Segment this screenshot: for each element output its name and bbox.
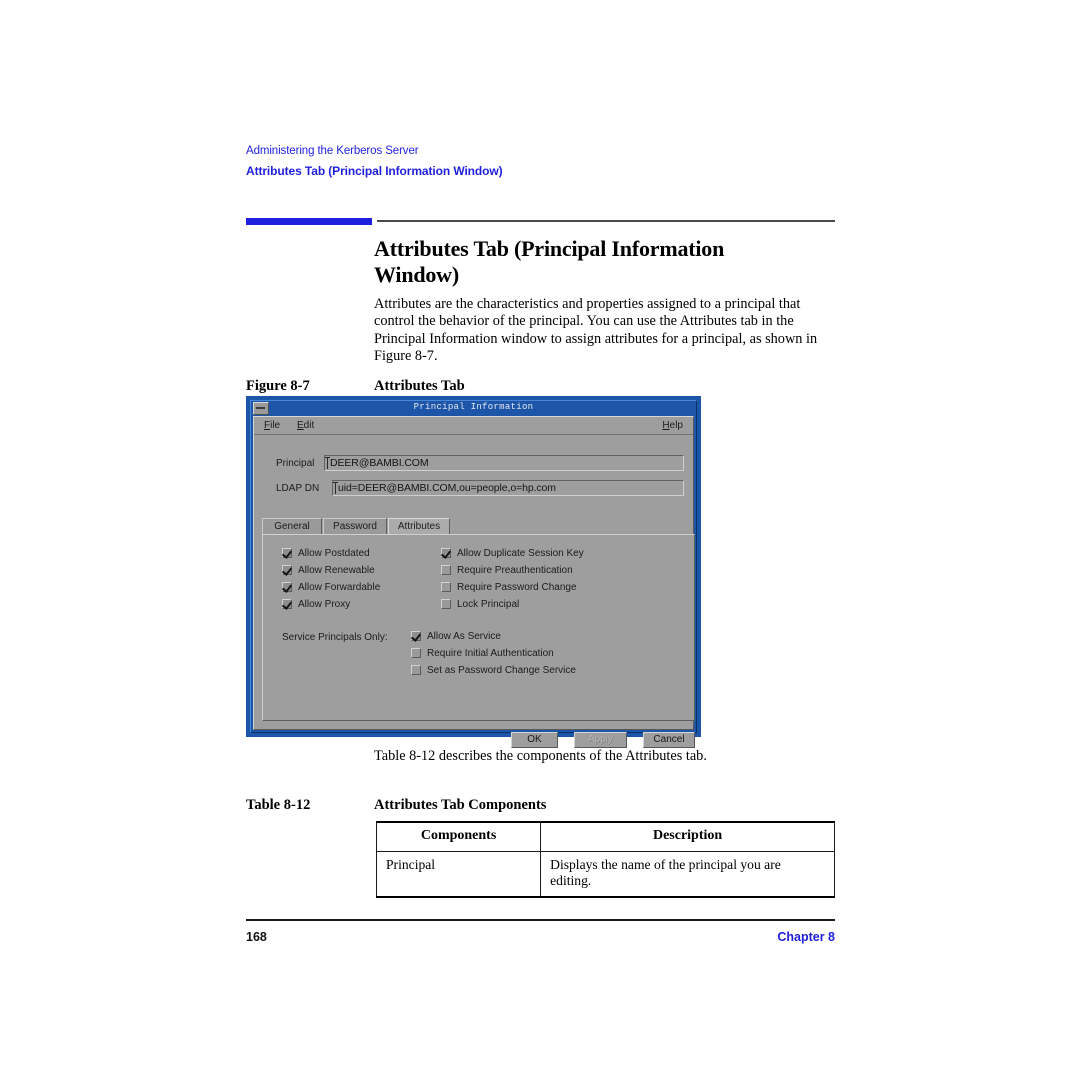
checkbox-label: Allow As Service [427, 631, 501, 642]
menu-help-rest: elp [669, 420, 683, 431]
heading-rule [377, 220, 835, 222]
menu-file-rest: ile [270, 420, 281, 431]
ldap-dn-input[interactable]: uid=DEER@BAMBI.COM,ou=people,o=hp.com [332, 480, 684, 496]
principal-input-value: DEER@BAMBI.COM [330, 457, 429, 469]
attributes-tab-components-table: Components Description Principal Display… [375, 821, 835, 898]
checkbox-label: Allow Duplicate Session Key [457, 548, 584, 559]
document-page: Administering the Kerberos Server Attrib… [0, 0, 1080, 1080]
checkbox-label: Set as Password Change Service [427, 665, 576, 676]
checkbox-label: Require Initial Authentication [427, 648, 554, 659]
tab-general[interactable]: General [262, 518, 322, 535]
text-caret-icon [333, 482, 338, 494]
window-frame: Principal Information File Edit Help Pri… [250, 400, 697, 748]
checkbox-label: Lock Principal [457, 599, 520, 610]
table-label: Table 8-12 [246, 797, 311, 813]
checkbox-unchecked-icon [411, 648, 421, 658]
checkbox-unchecked-icon [441, 582, 451, 592]
menu-file[interactable]: File [264, 419, 280, 432]
menu-edit-mnemonic: E [297, 420, 304, 431]
checkbox-checked-icon [411, 631, 421, 641]
checkbox-label: Allow Postdated [298, 548, 370, 559]
checkbox-unchecked-icon [411, 665, 421, 675]
menu-help[interactable]: Help [662, 419, 683, 432]
checkbox-checked-icon [282, 548, 292, 558]
table-intro-sentence: Table 8-12 describes the components of t… [374, 748, 707, 764]
cancel-button[interactable]: Cancel [643, 732, 695, 748]
principal-information-window: Principal Information File Edit Help Pri… [246, 396, 701, 748]
checkbox-checked-icon [441, 548, 451, 558]
menu-help-mnemonic: H [662, 420, 670, 431]
checkbox-unchecked-icon [441, 599, 451, 609]
running-header-book-title: Administering the Kerberos Server [246, 145, 419, 157]
page-number: 168 [246, 930, 267, 944]
window-titlebar[interactable]: Principal Information [251, 401, 696, 415]
figure-label: Figure 8-7 [246, 378, 310, 394]
ldap-dn-field-row: LDAP DN uid=DEER@BAMBI.COM,ou=people,o=h… [254, 480, 693, 497]
table-title: Attributes Tab Components [374, 797, 547, 813]
ldap-dn-input-value: uid=DEER@BAMBI.COM,ou=people,o=hp.com [338, 482, 556, 494]
running-header-section-title: Attributes Tab (Principal Information Wi… [246, 164, 503, 178]
checkbox-label: Allow Renewable [298, 565, 375, 576]
apply-button[interactable]: Apply [574, 732, 627, 748]
menubar: File Edit Help [254, 417, 693, 435]
menu-edit-rest: dit [303, 420, 315, 431]
table-header-description: Description [540, 821, 835, 852]
ldap-dn-field-label: LDAP DN [276, 483, 320, 494]
tab-password[interactable]: Password [323, 518, 387, 535]
checkbox-unchecked-icon [441, 565, 451, 575]
checkbox-checked-icon [282, 565, 292, 575]
attributes-tab-panel: Allow Postdated Allow Renewable Allow Fo… [262, 534, 695, 721]
checkbox-label: Require Preauthentication [457, 565, 573, 576]
table-header-row: Components Description [375, 821, 835, 852]
footer-chapter: Chapter 8 [777, 930, 835, 944]
intro-paragraph: Attributes are the characteristics and p… [374, 296, 818, 365]
checkbox-label: Allow Proxy [298, 599, 351, 610]
footer-rule [246, 919, 835, 921]
service-principals-label: Service Principals Only: [282, 632, 388, 643]
heading-accent-bar [246, 218, 372, 225]
window-client-area: File Edit Help Principal DEER@BAMBI.COM … [253, 416, 695, 748]
table-header-components: Components [375, 821, 542, 852]
table-cell-description: Displays the name of the principal you a… [540, 851, 835, 898]
checkbox-label: Allow Forwardable [298, 582, 381, 593]
page-title: Attributes Tab (Principal Information Wi… [374, 236, 725, 287]
checkbox-checked-icon [282, 599, 292, 609]
checkbox-checked-icon [282, 582, 292, 592]
table-cell-component: Principal [375, 851, 542, 898]
principal-field-label: Principal [276, 458, 315, 469]
window-title: Principal Information [413, 402, 534, 412]
tab-attributes[interactable]: Attributes [388, 518, 450, 535]
checkbox-label: Require Password Change [457, 582, 577, 593]
principal-input[interactable]: DEER@BAMBI.COM [324, 455, 684, 471]
table-row: Principal Displays the name of the princ… [375, 851, 835, 898]
tab-bar: General Password Attributes [262, 518, 695, 535]
principal-field-row: Principal DEER@BAMBI.COM [254, 455, 693, 472]
figure-title: Attributes Tab [374, 378, 465, 394]
ok-button[interactable]: OK [511, 732, 558, 748]
menu-edit[interactable]: Edit [297, 419, 314, 432]
text-caret-icon [325, 457, 330, 469]
